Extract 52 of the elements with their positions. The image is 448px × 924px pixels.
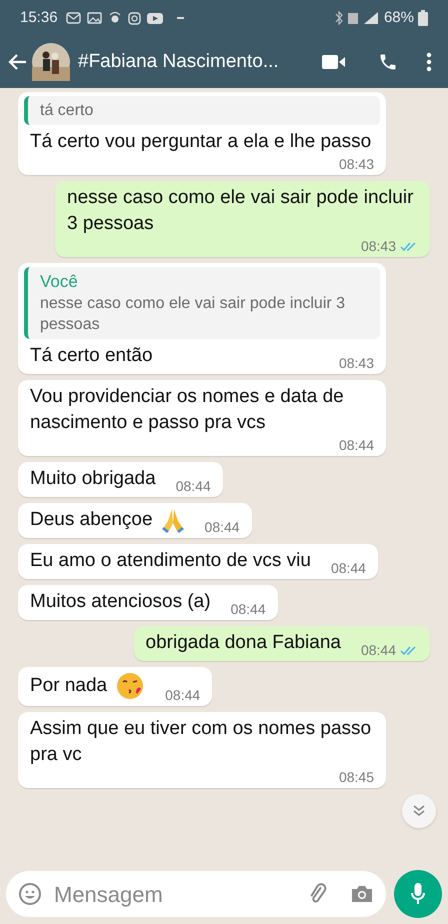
message-time: 08:44	[230, 602, 266, 617]
quoted-message[interactable]: Você nesse caso como ele vai sair pode incluir 3 pessoas	[24, 267, 380, 339]
scroll-down-button[interactable]	[402, 794, 436, 828]
microphone-button[interactable]	[394, 870, 442, 918]
message-field[interactable]: Mensagem	[6, 871, 386, 917]
double-chevron-down-icon	[412, 805, 426, 817]
message-text: Eu amo o atendimento de vcs viu	[30, 549, 311, 573]
message-time: 08:44	[330, 561, 366, 576]
emoji-icon[interactable]	[18, 882, 42, 906]
camera-icon[interactable]	[350, 884, 374, 904]
message-time: 08:44	[338, 438, 374, 453]
microphone-icon	[410, 882, 426, 906]
message-time: 08:44	[165, 688, 200, 703]
message-text: Por nada	[30, 674, 108, 698]
phone-icon[interactable]	[378, 52, 398, 72]
message-text: Vou providenciar os nomes e data de nascimento e passo pra vcs	[30, 385, 345, 435]
avatar[interactable]	[32, 43, 70, 81]
mail-icon	[66, 12, 81, 24]
message-text: Muitos atenciosos (a)	[30, 590, 211, 614]
camera-app-icon	[128, 12, 141, 24]
message-time: 08:45	[338, 770, 374, 785]
contact-name[interactable]: #Fabiana Nascimento...	[78, 48, 279, 76]
more-options-icon[interactable]	[426, 52, 432, 72]
quote-author: Você	[40, 271, 79, 293]
kissing-face-icon	[115, 671, 146, 701]
message-text: nesse caso como ele vai sair pode incluir 3 pessoas	[67, 186, 414, 236]
message-time: 08:43	[338, 356, 374, 371]
message-time: 08:44	[176, 479, 211, 494]
dash-icon	[176, 17, 184, 19]
battery-percent: 68%	[384, 8, 414, 28]
battery-icon	[418, 10, 428, 26]
status-time: 15:36	[20, 8, 58, 28]
back-arrow-icon[interactable]	[8, 52, 28, 72]
message-time: 08:44	[204, 520, 240, 535]
quote-text: tá certo	[40, 101, 94, 121]
message-text: Tá certo então	[30, 344, 153, 368]
video-call-icon[interactable]	[322, 54, 346, 70]
message-text: obrigada dona Fabiana	[146, 631, 341, 655]
message-time: 08:43	[338, 157, 374, 172]
message-text: Assim que eu tiver com os nomes passo pra vc	[30, 717, 372, 767]
praying-hands-icon	[160, 507, 185, 533]
message-text: Deus abençoe	[30, 508, 153, 532]
quoted-message[interactable]: tá certo	[24, 96, 380, 125]
quote-text: nesse caso como ele vai sair pode incluir 3 pessoas	[40, 294, 346, 335]
message-input[interactable]: Mensagem	[54, 878, 306, 910]
message-text: Muito obrigada	[30, 467, 156, 491]
message-time: 08:44	[360, 643, 396, 658]
image-icon	[86, 12, 102, 24]
message-time: 08:43	[360, 239, 396, 254]
hotspot-icon	[108, 12, 122, 24]
message-text: Tá certo vou perguntar a ela e lhe passo	[30, 130, 372, 154]
play-icon	[146, 12, 163, 24]
